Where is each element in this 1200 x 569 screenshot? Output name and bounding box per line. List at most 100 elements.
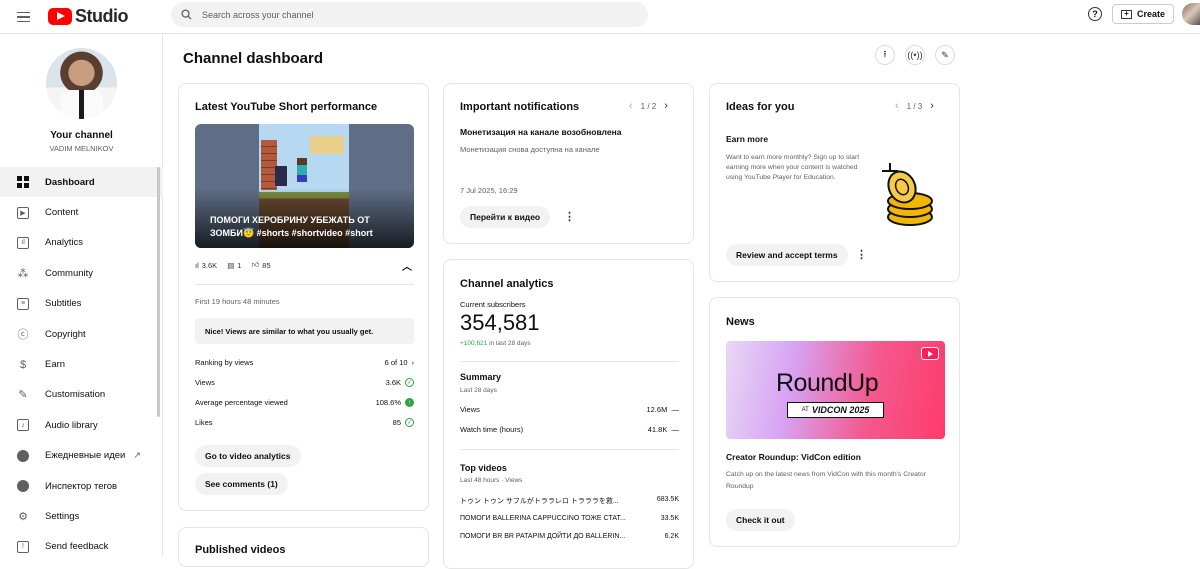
channel-analytics-title: Channel analytics [460,278,554,290]
more-options-icon[interactable]: ⋮ [564,210,575,223]
notification-body: Монетизация снова доступна на канале [460,145,600,154]
ideas-title: Ideas for you [726,101,795,113]
community-icon: ⁂ [17,267,29,280]
notifications-title: Important notifications [460,101,580,113]
sidebar-item-daily-ideas[interactable]: Ежедневные идеи ↗ [0,441,163,471]
sidebar-item-audio-library[interactable]: ♪ Audio library [0,410,163,440]
sidebar-scrollbar[interactable] [157,167,160,417]
top-right-actions: ? + Create [1087,3,1200,25]
sidebar-item-settings[interactable]: ⚙ Settings [0,501,163,531]
notification-date: 7 Jul 2025, 16:29 [460,186,518,195]
notification-headline: Монетизация на канале возобновлена [460,127,622,137]
like-icon: 👍︎ [251,260,260,269]
channel-avatar[interactable] [46,48,117,119]
summary-period: Last 28 days [460,387,497,394]
news-image-title: RoundUp [776,369,879,397]
channel-name: Your channel [50,130,113,141]
go-to-video-analytics-button[interactable]: Go to video analytics [195,445,301,467]
upload-icon[interactable]: ⭱ [875,45,895,65]
collapse-chevron-icon[interactable]: ︿ [402,258,412,273]
check-it-out-button[interactable]: Check it out [726,509,795,531]
sidebar-item-tag-inspector[interactable]: Инспектор тегов [0,471,163,501]
top-video-row[interactable]: ПОМОГИ BALLERINA CAPPUCCINO ТОЖЕ СТАТ...… [460,515,679,522]
subscribers-label: Current subscribers [460,300,526,309]
ideas-subtitle: Earn more [726,134,769,144]
sidebar-item-subtitles[interactable]: ≡ Subtitles [0,289,163,319]
short-card-title: Latest YouTube Short performance [195,101,378,113]
metric-ranking[interactable]: Ranking by views 6 of 10 › [195,358,414,367]
go-live-icon[interactable]: ((•)) [905,45,925,65]
top-bar: Studio ? + Create [0,0,1200,34]
sidebar-item-analytics[interactable]: ıl Analytics [0,228,163,258]
comments-icon: ▤ [227,260,235,270]
chevron-right-icon[interactable]: › [664,100,668,112]
sidebar-item-copyright[interactable]: ⓒ Copyright [0,319,163,349]
summary-row-views: Views 12.6M — [460,405,679,414]
news-image-badge: AT VIDCON 2025 [787,402,884,418]
menu-icon[interactable] [14,7,34,27]
feedback-icon: ! [17,540,29,553]
go-to-video-button[interactable]: Перейти к видео [460,206,551,228]
earn-icon: $ [19,358,27,371]
published-videos-card: Published videos [178,527,429,567]
external-link-icon: ↗ [133,450,141,461]
youtube-logo-icon [48,8,72,25]
notifications-pager: ‹ 1 / 2 › [629,100,668,112]
coins-illustration-icon [882,163,933,226]
audio-library-icon: ♪ [17,419,29,432]
notifications-card: Important notifications ‹ 1 / 2 › Монети… [443,83,694,244]
ideas-card: Ideas for you ‹ 1 / 3 › Earn more Want t… [709,83,960,282]
sidebar-item-earn[interactable]: $ Earn [0,349,163,379]
help-icon[interactable]: ? [1087,7,1102,21]
sidebar-item-customisation[interactable]: ✎ Customisation [0,380,163,410]
create-button[interactable]: + Create [1111,4,1174,24]
sidebar-nav: Dashboard ▶ Content ıl Analytics ⁂ Commu… [0,167,163,562]
account-avatar[interactable] [1182,3,1200,25]
copyright-icon: ⓒ [17,329,29,342]
chevron-right-icon[interactable]: › [930,100,934,112]
news-image[interactable]: RoundUp AT VIDCON 2025 [726,341,945,439]
customisation-icon: ✎ [18,389,28,402]
settings-icon: ⚙ [18,510,28,523]
subscriber-count: 354,581 [460,310,540,335]
short-caption: ПОМОГИ ХЕРОБРИНУ УБЕЖАТЬ ОТ ЗОМБИ😇 #shor… [210,215,373,238]
summary-row-watch-time: Watch time (hours) 41.8K — [460,425,679,434]
ideas-body: Want to earn more monthly? Sign up to st… [726,154,860,181]
page-title: Channel dashboard [183,50,324,67]
metric-likes: Likes 85 ✓ [195,418,414,427]
logo-text: Studio [75,6,129,26]
youtube-play-icon [921,347,939,360]
top-video-row[interactable]: ПОМОГИ BR BR PATAPIM ДОЙТИ ДО BALLERIN..… [460,533,679,540]
dashboard-icon [17,176,29,189]
short-thumbnail[interactable]: ПОМОГИ ХЕРОБРИНУ УБЕЖАТЬ ОТ ЗОМБИ😇 #shor… [195,124,414,248]
subscriber-change: +100,621 in last 28 days [460,340,531,347]
ideas-pager: ‹ 1 / 3 › [895,100,934,112]
more-options-icon[interactable]: ⋮ [856,248,867,261]
see-comments-button[interactable]: See comments (1) [195,473,288,495]
studio-logo[interactable]: Studio [48,6,129,27]
chevron-left-icon[interactable]: ‹ [895,100,899,112]
short-period: First 19 hours 48 minutes [195,297,280,306]
chevron-left-icon[interactable]: ‹ [629,100,633,112]
chevron-right-icon: › [411,358,415,367]
news-card: News RoundUp AT VIDCON 2025 Creator Roun… [709,297,960,547]
channel-handle: VADIM MELNIKOV [49,144,114,153]
top-video-row[interactable]: トゥン トゥン サフルがトララレロ トラララを救... 683.5K [460,496,679,506]
search-bar[interactable] [171,2,648,27]
header-actions: ⭱ ((•)) ✎ [875,45,955,65]
sidebar-item-content[interactable]: ▶ Content [0,197,163,227]
search-input[interactable] [202,9,602,20]
create-post-icon[interactable]: ✎ [935,45,955,65]
sidebar-item-send-feedback[interactable]: ! Send feedback [0,532,163,562]
check-circle-icon: ✓ [405,378,414,387]
performance-note: Nice! Views are similar to what you usua… [195,318,414,344]
sidebar-item-community[interactable]: ⁂ Community [0,258,163,288]
news-body: Catch up on the latest news from VidCon … [726,471,926,490]
review-terms-button[interactable]: Review and accept terms [726,244,848,266]
news-headline: Creator Roundup: VidCon edition [726,452,861,462]
create-video-icon: + [1120,9,1132,19]
create-label: Create [1136,9,1165,19]
top-videos-period: Last 48 hours · Views [460,477,523,484]
sidebar-item-dashboard[interactable]: Dashboard [0,167,163,198]
tag-inspector-icon [17,480,29,493]
